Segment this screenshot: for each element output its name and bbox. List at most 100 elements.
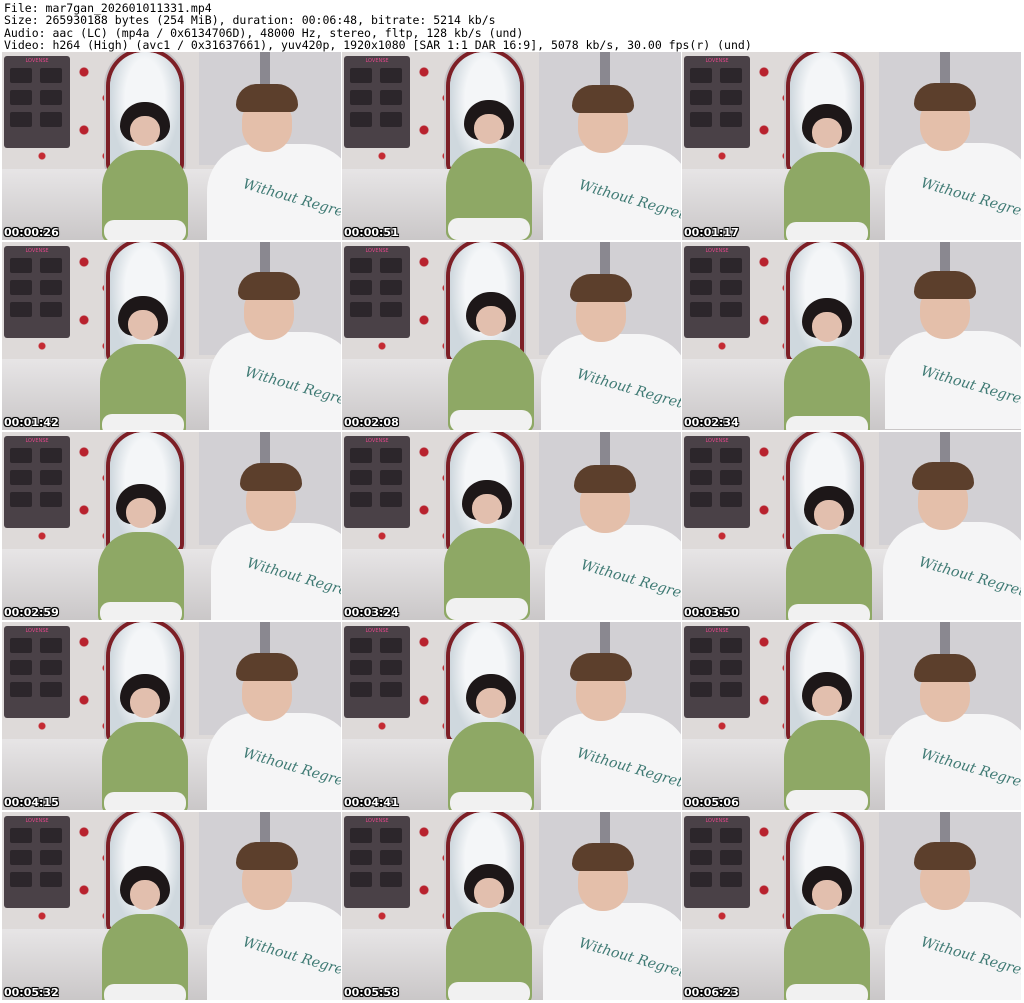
lovense-panel: LOVENSE <box>4 626 70 718</box>
video-info-header: File: mar7gan_202601011331.mp4 Size: 265… <box>0 0 1024 52</box>
shirt-print: Without Regrets <box>575 745 681 793</box>
woman-face <box>812 118 842 148</box>
shirt-print: Without Regrets <box>241 745 341 793</box>
video-thumbnail: LOVENSE Without Regrets 00:01:17 <box>682 52 1021 240</box>
scene-background: LOVENSE Without Regrets <box>342 242 681 430</box>
woman-face <box>812 686 842 716</box>
woman-face <box>472 494 502 524</box>
man-white-shirt: Without Regrets <box>885 143 1021 240</box>
panel-title: LOVENSE <box>25 818 49 824</box>
man-white-shirt: Without Regrets <box>883 522 1021 620</box>
video-thumbnail: LOVENSE Without Regrets 00:04:15 <box>2 622 341 810</box>
panel-title: LOVENSE <box>365 248 389 254</box>
frame-timestamp: 00:01:17 <box>684 226 739 239</box>
woman-skirt <box>446 598 528 620</box>
woman-face <box>130 880 160 910</box>
scene-background: LOVENSE Without Regrets <box>682 812 1021 1000</box>
video-thumbnail: LOVENSE Without Regrets 00:05:06 <box>682 622 1021 810</box>
man-white-shirt: Without Regrets <box>207 902 341 1000</box>
video-thumbnail: LOVENSE Without Regrets 00:04:41 <box>342 622 681 810</box>
frame-timestamp: 00:04:41 <box>344 796 399 809</box>
woman-face <box>476 306 506 336</box>
man-white-shirt: Without Regrets <box>543 145 681 240</box>
man-white-shirt: Without Regrets <box>541 713 681 810</box>
video-thumbnail: LOVENSE Without Regrets 00:02:08 <box>342 242 681 430</box>
woman-face <box>812 880 842 910</box>
panel-title: LOVENSE <box>705 438 729 444</box>
frame-timestamp: 00:05:58 <box>344 986 399 999</box>
frame-timestamp: 00:01:42 <box>4 416 59 429</box>
woman-skirt <box>786 416 868 430</box>
panel-title: LOVENSE <box>25 438 49 444</box>
man-hair <box>570 653 632 681</box>
man-white-shirt: Without Regrets <box>885 714 1021 810</box>
panel-title: LOVENSE <box>705 818 729 824</box>
shirt-print: Without Regrets <box>919 746 1021 794</box>
shirt-print: Without Regrets <box>241 176 341 224</box>
frame-timestamp: 00:05:06 <box>684 796 739 809</box>
panel-title: LOVENSE <box>705 58 729 64</box>
lovense-panel: LOVENSE <box>684 626 750 718</box>
frame-timestamp: 00:00:26 <box>4 226 59 239</box>
man-hair <box>914 83 976 111</box>
woman-skirt <box>786 222 868 240</box>
man-hair <box>236 84 298 112</box>
video-info-line: Video: h264 (High) (avc1 / 0x31637661), … <box>4 38 752 53</box>
lovense-panel: LOVENSE <box>684 56 750 148</box>
shirt-print: Without Regrets <box>241 934 341 982</box>
shirt-print: Without Regrets <box>577 935 681 983</box>
woman-skirt <box>786 790 868 810</box>
video-thumbnail: LOVENSE Without Regrets 00:03:24 <box>342 432 681 620</box>
woman-skirt <box>450 792 532 810</box>
lovense-panel: LOVENSE <box>344 56 410 148</box>
thumbnail-grid: LOVENSE Without Regrets 00:00:26 LOVENSE… <box>2 52 1022 1002</box>
lovense-panel: LOVENSE <box>4 816 70 908</box>
woman-skirt <box>104 220 186 240</box>
panel-title: LOVENSE <box>365 58 389 64</box>
panel-title: LOVENSE <box>25 628 49 634</box>
video-thumbnail: LOVENSE Without Regrets 00:05:58 <box>342 812 681 1000</box>
scene-background: LOVENSE Without Regrets <box>2 52 341 240</box>
lovense-panel: LOVENSE <box>4 246 70 338</box>
woman-face <box>474 878 504 908</box>
shirt-print: Without Regrets <box>917 554 1021 602</box>
woman-face <box>130 688 160 718</box>
scene-background: LOVENSE Without Regrets <box>342 622 681 810</box>
woman-skirt <box>786 984 868 1000</box>
woman-skirt <box>102 414 184 430</box>
man-white-shirt: Without Regrets <box>209 332 341 430</box>
scene-background: LOVENSE Without Regrets <box>2 242 341 430</box>
woman-face <box>128 310 158 340</box>
shirt-print: Without Regrets <box>245 555 341 603</box>
man-white-shirt: Without Regrets <box>211 523 341 620</box>
video-thumbnail: LOVENSE Without Regrets 00:03:50 <box>682 432 1021 620</box>
woman-skirt <box>100 602 182 620</box>
woman-face <box>130 116 160 146</box>
man-hair <box>914 654 976 682</box>
woman-face <box>814 500 844 530</box>
man-hair <box>912 462 974 490</box>
woman-skirt <box>104 984 186 1000</box>
man-hair <box>236 653 298 681</box>
lovense-panel: LOVENSE <box>684 436 750 528</box>
woman-face <box>126 498 156 528</box>
man-hair <box>570 274 632 302</box>
video-thumbnail: LOVENSE Without Regrets 00:06:23 <box>682 812 1021 1000</box>
frame-timestamp: 00:06:23 <box>684 986 739 999</box>
woman-face <box>812 312 842 342</box>
woman-skirt <box>104 792 186 810</box>
video-thumbnail: LOVENSE Without Regrets 00:05:32 <box>2 812 341 1000</box>
shirt-print: Without Regrets <box>575 366 681 414</box>
frame-timestamp: 00:03:50 <box>684 606 739 619</box>
man-white-shirt: Without Regrets <box>543 903 681 1000</box>
panel-title: LOVENSE <box>25 58 49 64</box>
shirt-print: Without Regrets <box>579 557 681 605</box>
lovense-panel: LOVENSE <box>344 436 410 528</box>
frame-timestamp: 00:03:24 <box>344 606 399 619</box>
man-white-shirt: Without Regrets <box>885 331 1021 429</box>
man-hair <box>238 272 300 300</box>
lovense-panel: LOVENSE <box>344 626 410 718</box>
man-hair <box>572 85 634 113</box>
woman-face <box>476 688 506 718</box>
file-size-line: Size: 265930188 bytes (254 MiB), duratio… <box>4 13 496 28</box>
